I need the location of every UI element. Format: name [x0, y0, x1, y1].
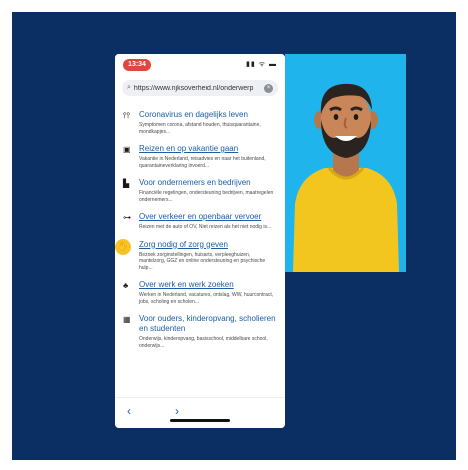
- list-item[interactable]: ♣ Over werk en werk zoeken Werken in Ned…: [123, 280, 277, 305]
- topic-list: ⫯⫯ Coronavirus en dagelijks leven Sympto…: [115, 96, 285, 349]
- url-text: https://www.rijksoverheid.nl/onderwerp: [133, 84, 254, 92]
- hand-pointer-icon: ✋: [115, 236, 133, 257]
- status-bar: 13:34 ▮▮ ᯤ ▬: [115, 54, 285, 76]
- address-bar[interactable]: ⌕ https://www.rijksoverheid.nl/onderwerp…: [122, 80, 278, 96]
- item-description: Symptomen corona, afstand houden, thuisq…: [139, 122, 261, 135]
- list-item[interactable]: ▣ Reizen en op vakantie gaan Vakantie in…: [123, 144, 277, 169]
- forward-button[interactable]: ›: [175, 404, 179, 418]
- work-icon: ♣: [123, 281, 129, 290]
- status-icons: ▮▮ ᯤ ▬: [246, 61, 277, 68]
- item-description: Reizen met de auto of OV, Niet reizen al…: [139, 224, 272, 230]
- home-indicator: [170, 419, 230, 422]
- search-icon: ⌕: [127, 84, 131, 91]
- item-title[interactable]: Coronavirus en dagelijks leven: [139, 110, 277, 120]
- item-description: Vakantie in Nederland, reisadvies en naa…: [139, 156, 266, 169]
- status-time: 13:34: [123, 59, 151, 71]
- item-title[interactable]: Reizen en op vakantie gaan: [139, 144, 277, 154]
- suitcase-icon: ▣: [123, 145, 131, 154]
- item-description: Onderwijs, kinderopvang, basisschool, mi…: [139, 336, 268, 349]
- care-icon: ✋: [115, 236, 135, 272]
- list-item[interactable]: ▙ Voor ondernemers en bedrijven Financië…: [123, 178, 277, 203]
- school-icon: ▦: [123, 315, 131, 324]
- transport-icon: ⊶: [123, 213, 131, 222]
- back-button[interactable]: ‹: [127, 404, 131, 418]
- clear-icon[interactable]: ×: [264, 83, 273, 93]
- list-item[interactable]: ▦ Voor ouders, kinderopvang, scholieren …: [123, 314, 277, 349]
- browser-toolbar: ‹ ›: [115, 397, 285, 428]
- item-description: Bezoek zorginstellingen, huisarts, verpl…: [139, 251, 266, 271]
- list-item[interactable]: ⫯⫯ Coronavirus en dagelijks leven Sympto…: [123, 110, 277, 135]
- list-item[interactable]: ✋ Zorg nodig of zorg geven Bezoek zorgin…: [115, 236, 277, 272]
- presenter-avatar: [285, 54, 406, 272]
- item-title[interactable]: Voor ondernemers en bedrijven: [139, 178, 277, 188]
- building-icon: ▙: [123, 179, 130, 188]
- phone-screen: 13:34 ▮▮ ᯤ ▬ ⌕ https://www.rijksoverheid…: [115, 54, 285, 428]
- man-illustration: [293, 83, 399, 272]
- list-item[interactable]: ⊶ Over verkeer en openbaar vervoer Reize…: [123, 212, 277, 231]
- item-title[interactable]: Over werk en werk zoeken: [139, 280, 277, 290]
- item-description: Financiële regelingen, ondersteuning bed…: [139, 190, 274, 203]
- item-title[interactable]: Over verkeer en openbaar vervoer: [139, 212, 277, 222]
- item-title[interactable]: Zorg nodig of zorg geven: [139, 240, 277, 250]
- item-title[interactable]: Voor ouders, kinderopvang, scholieren en…: [139, 314, 277, 334]
- people-icon: ⫯⫯: [123, 111, 130, 120]
- item-description: Werken in Nederland, vacatures, ontslag,…: [139, 292, 274, 305]
